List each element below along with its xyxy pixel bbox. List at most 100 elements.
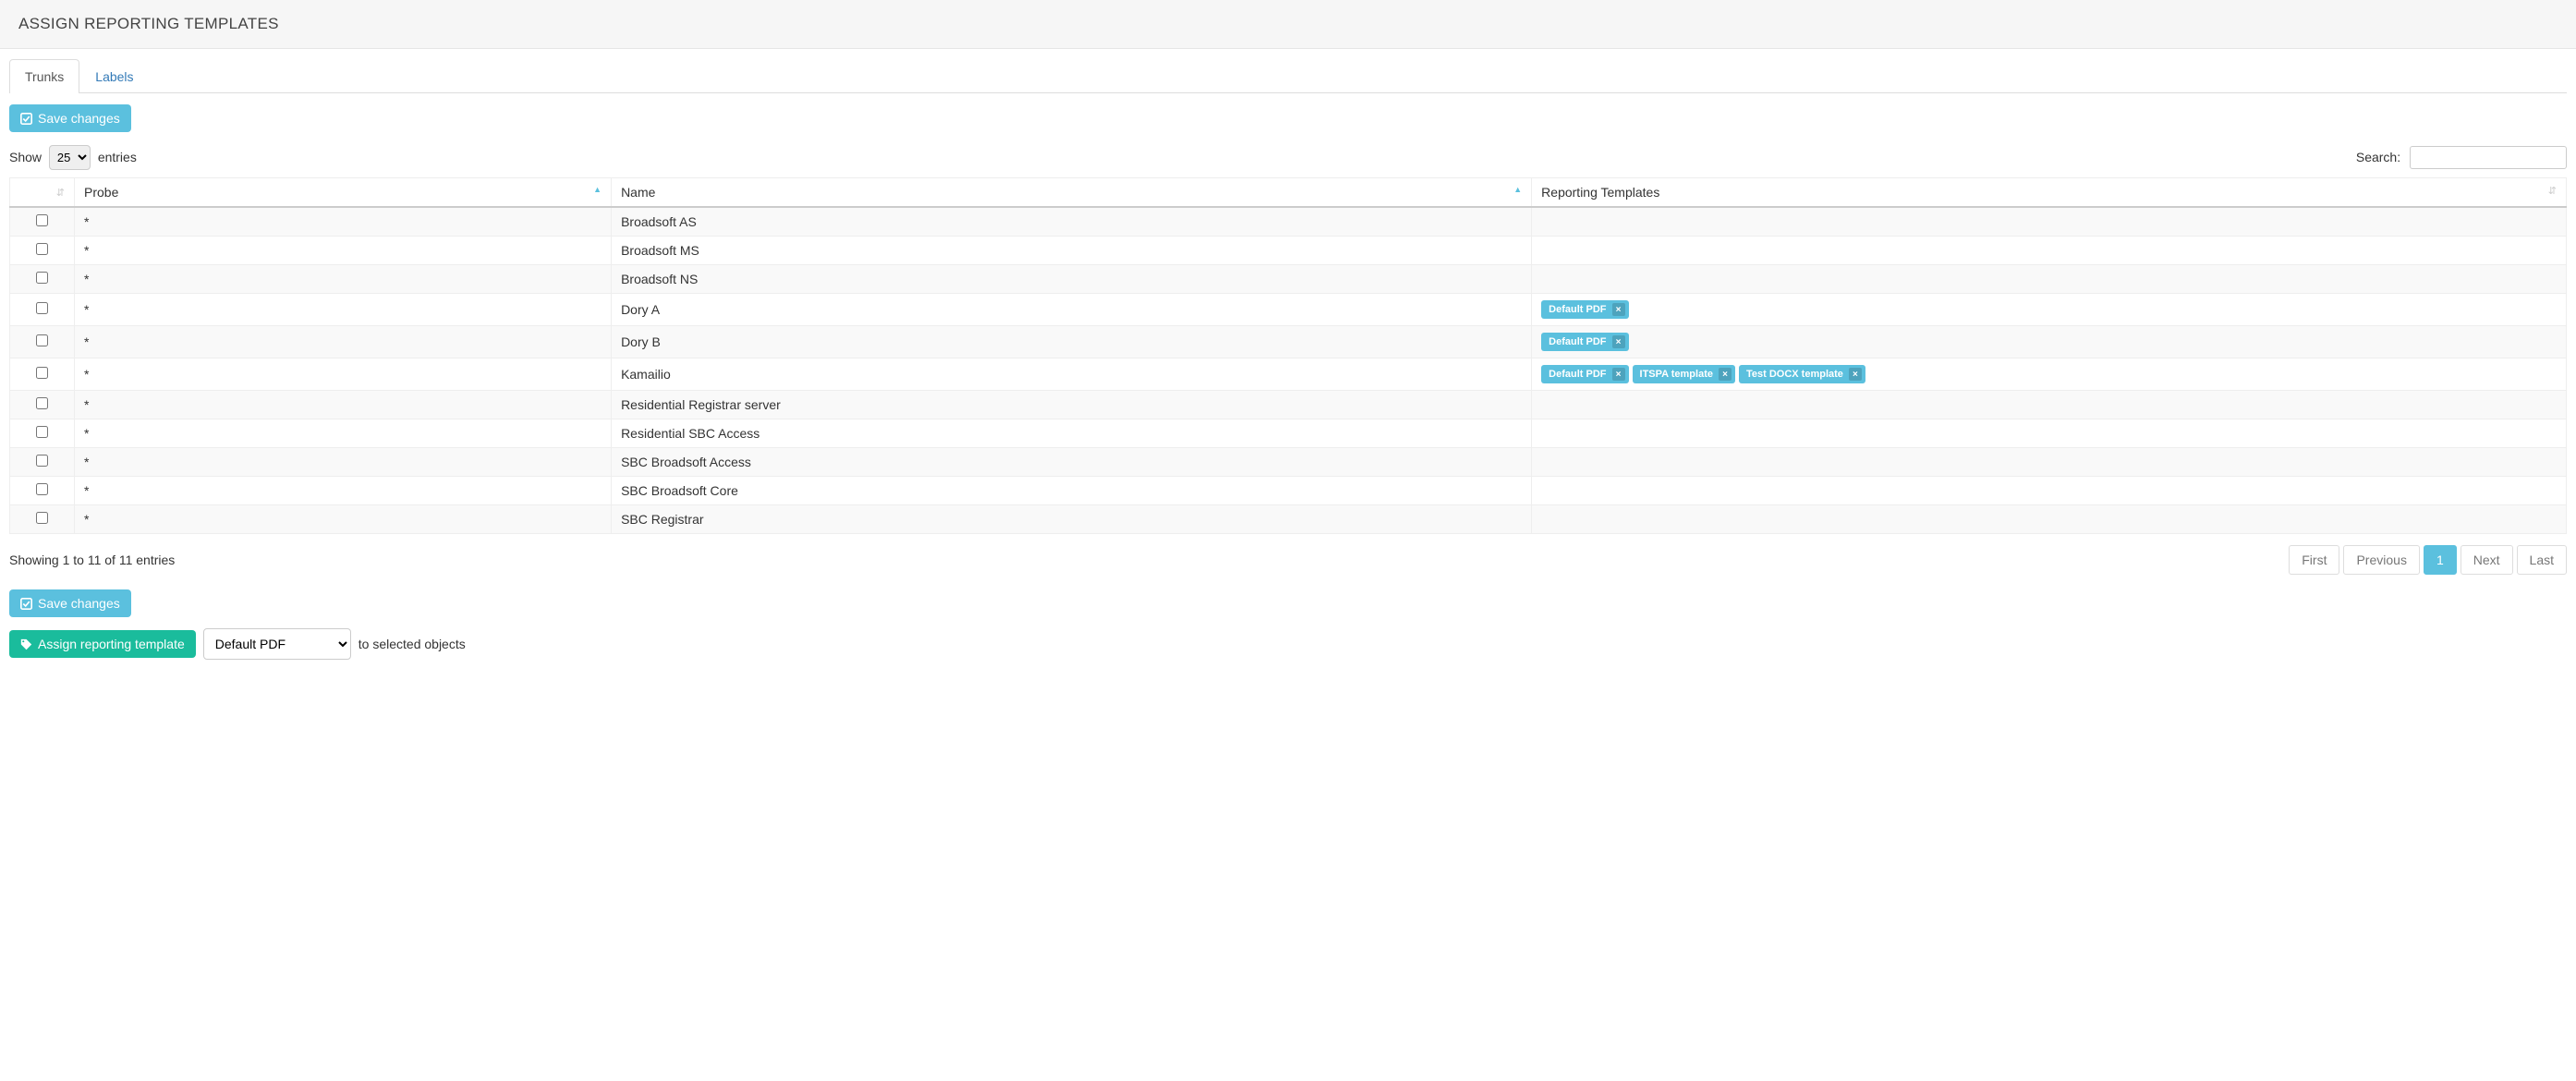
- row-checkbox-cell: [10, 326, 75, 358]
- template-tag-label: ITSPA template: [1640, 369, 1713, 380]
- row-checkbox-cell: [10, 477, 75, 505]
- page-last[interactable]: Last: [2517, 545, 2567, 575]
- row-name: Broadsoft AS: [612, 207, 1532, 237]
- row-name: SBC Broadsoft Core: [612, 477, 1532, 505]
- save-label: Save changes: [38, 111, 120, 126]
- table-row: *SBC Broadsoft Core: [10, 477, 2567, 505]
- table-row: *SBC Broadsoft Access: [10, 448, 2567, 477]
- row-checkbox-cell: [10, 265, 75, 294]
- show-label: Show: [9, 150, 42, 164]
- template-tag-label: Default PDF: [1549, 304, 1606, 315]
- row-checkbox[interactable]: [36, 483, 48, 495]
- search-label: Search:: [2356, 150, 2400, 164]
- page-first[interactable]: First: [2289, 545, 2339, 575]
- table-row: *Residential SBC Access: [10, 419, 2567, 448]
- entries-label: entries: [98, 150, 137, 164]
- row-checkbox[interactable]: [36, 334, 48, 346]
- remove-tag-icon[interactable]: ×: [1719, 368, 1732, 381]
- template-tag: Default PDF ×: [1541, 300, 1628, 319]
- row-probe: *: [75, 505, 612, 534]
- table-row: *SBC Registrar: [10, 505, 2567, 534]
- template-tag-label: Test DOCX template: [1746, 369, 1843, 380]
- save-changes-button-bottom[interactable]: Save changes: [9, 589, 131, 617]
- table-row: *Dory B Default PDF ×: [10, 326, 2567, 358]
- entries-control: Show 25 entries: [9, 145, 137, 170]
- search-input[interactable]: [2410, 146, 2567, 169]
- row-name: Residential SBC Access: [612, 419, 1532, 448]
- page-previous[interactable]: Previous: [2343, 545, 2419, 575]
- row-templates: [1532, 391, 2567, 419]
- row-templates: [1532, 477, 2567, 505]
- row-templates: Default PDF×ITSPA template×Test DOCX tem…: [1532, 358, 2567, 391]
- row-probe: *: [75, 477, 612, 505]
- row-checkbox-cell: [10, 505, 75, 534]
- row-checkbox[interactable]: [36, 214, 48, 226]
- row-templates: [1532, 207, 2567, 237]
- table-row: *Broadsoft AS: [10, 207, 2567, 237]
- save-changes-button-top[interactable]: Save changes: [9, 104, 131, 132]
- row-name: Dory B: [612, 326, 1532, 358]
- table-row: *KamailioDefault PDF×ITSPA template×Test…: [10, 358, 2567, 391]
- row-checkbox-cell: [10, 207, 75, 237]
- row-name: Dory A: [612, 294, 1532, 326]
- tab-labels[interactable]: Labels: [79, 59, 149, 93]
- table-body: *Broadsoft AS*Broadsoft MS*Broadsoft NS*…: [10, 207, 2567, 534]
- check-icon: [20, 598, 32, 610]
- pagination: First Previous 1 Next Last: [2285, 545, 2567, 575]
- col-header-templates[interactable]: Reporting Templates: [1532, 178, 2567, 208]
- row-checkbox-cell: [10, 294, 75, 326]
- template-tag: ITSPA template ×: [1633, 365, 1735, 383]
- page-title: ASSIGN REPORTING TEMPLATES: [18, 15, 2558, 33]
- row-checkbox[interactable]: [36, 367, 48, 379]
- row-checkbox[interactable]: [36, 397, 48, 409]
- row-templates: [1532, 505, 2567, 534]
- tag-icon: [20, 638, 32, 650]
- col-header-checkbox[interactable]: [10, 178, 75, 208]
- template-tag: Default PDF ×: [1541, 333, 1628, 351]
- search-control: Search:: [2356, 146, 2567, 169]
- row-checkbox-cell: [10, 448, 75, 477]
- assign-template-button[interactable]: Assign reporting template: [9, 630, 196, 658]
- assign-suffix: to selected objects: [358, 637, 466, 651]
- row-checkbox[interactable]: [36, 426, 48, 438]
- col-header-probe[interactable]: Probe: [75, 178, 612, 208]
- remove-tag-icon[interactable]: ×: [1612, 335, 1625, 348]
- row-probe: *: [75, 265, 612, 294]
- row-name: Broadsoft MS: [612, 237, 1532, 265]
- row-probe: *: [75, 326, 612, 358]
- row-name: SBC Registrar: [612, 505, 1532, 534]
- table-row: *Broadsoft NS: [10, 265, 2567, 294]
- row-checkbox[interactable]: [36, 512, 48, 524]
- row-probe: *: [75, 294, 612, 326]
- row-name: Residential Registrar server: [612, 391, 1532, 419]
- tab-trunks[interactable]: Trunks: [9, 59, 79, 93]
- remove-tag-icon[interactable]: ×: [1612, 303, 1625, 316]
- row-probe: *: [75, 448, 612, 477]
- row-probe: *: [75, 419, 612, 448]
- row-checkbox[interactable]: [36, 455, 48, 467]
- row-probe: *: [75, 207, 612, 237]
- row-checkbox[interactable]: [36, 243, 48, 255]
- assign-label: Assign reporting template: [38, 637, 185, 651]
- table-row: *Broadsoft MS: [10, 237, 2567, 265]
- check-icon: [20, 113, 32, 125]
- remove-tag-icon[interactable]: ×: [1612, 368, 1625, 381]
- row-templates: Default PDF ×: [1532, 326, 2567, 358]
- footer-info: Showing 1 to 11 of 11 entries: [9, 553, 175, 567]
- page-1[interactable]: 1: [2424, 545, 2457, 575]
- row-templates: [1532, 265, 2567, 294]
- entries-select[interactable]: 25: [49, 145, 91, 170]
- remove-tag-icon[interactable]: ×: [1849, 368, 1862, 381]
- template-tag-label: Default PDF: [1549, 336, 1606, 347]
- row-checkbox-cell: [10, 237, 75, 265]
- row-templates: [1532, 237, 2567, 265]
- table-row: *Dory A Default PDF ×: [10, 294, 2567, 326]
- row-checkbox[interactable]: [36, 272, 48, 284]
- templates-table: Probe Name Reporting Templates *Broadsof…: [9, 177, 2567, 534]
- page-next[interactable]: Next: [2461, 545, 2513, 575]
- row-checkbox[interactable]: [36, 302, 48, 314]
- template-select[interactable]: Default PDF: [203, 628, 351, 660]
- row-name: Broadsoft NS: [612, 265, 1532, 294]
- row-checkbox-cell: [10, 358, 75, 391]
- col-header-name[interactable]: Name: [612, 178, 1532, 208]
